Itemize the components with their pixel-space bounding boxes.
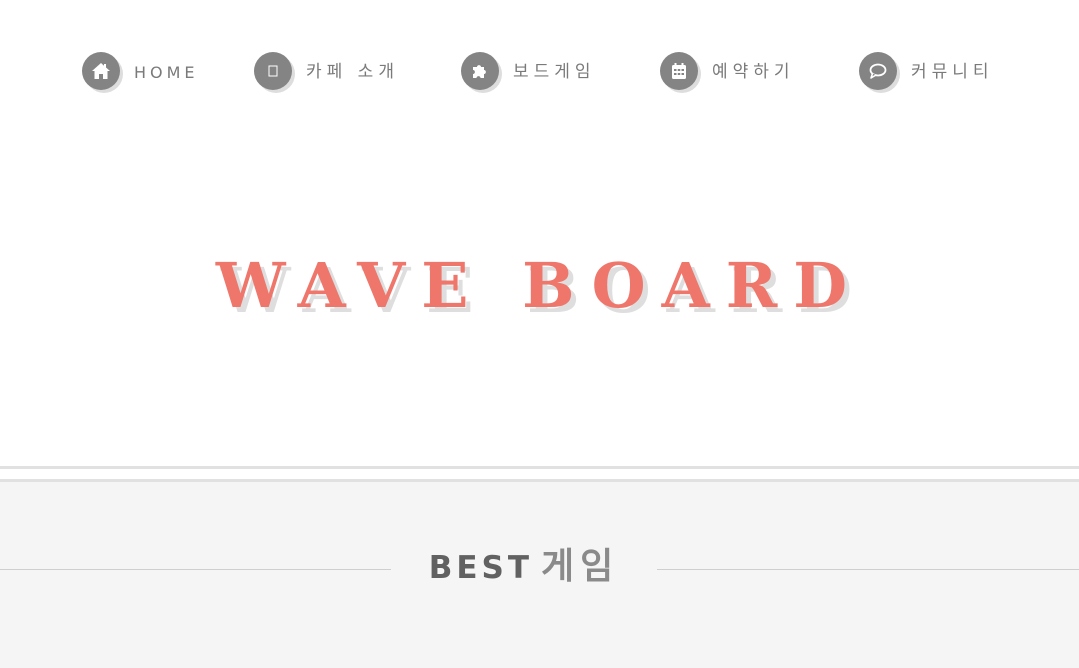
square-icon [254, 52, 292, 90]
speech-bubble-icon [859, 52, 897, 90]
nav-item-home[interactable]: HOME [82, 50, 199, 92]
nav-label-home: HOME [134, 62, 199, 82]
nav-label-boardgames: 보드게임 [513, 61, 596, 82]
nav-item-community[interactable]: 커뮤니티 [859, 50, 994, 92]
section-line-right [657, 569, 1079, 570]
section-line-left [0, 569, 391, 570]
nav-item-boardgames[interactable]: 보드게임 [461, 50, 596, 92]
nav-item-reservation[interactable]: 예약하기 [660, 50, 795, 92]
main-nav: HOME 카페 소개 보드게임 예약하기 커뮤니티 [0, 50, 1079, 92]
nav-label-reservation: 예약하기 [712, 61, 795, 82]
section-title: BEST 게임 [391, 542, 657, 595]
divider-gap [0, 469, 1079, 479]
calendar-icon [660, 52, 698, 90]
best-games-section: BEST 게임 [0, 482, 1079, 668]
nav-label-cafe-intro: 카페 소개 [306, 61, 399, 82]
site-logo[interactable]: WAVE BOARD [0, 246, 1079, 326]
hero: HOME 카페 소개 보드게임 예약하기 커뮤니티 WAVE BOARD [0, 0, 1079, 466]
section-title-light: 게임 [541, 546, 620, 587]
home-icon [82, 52, 120, 90]
puzzle-icon [461, 52, 499, 90]
nav-label-community: 커뮤니티 [911, 61, 994, 82]
nav-item-cafe-intro[interactable]: 카페 소개 [254, 50, 399, 92]
section-title-strong: BEST [428, 550, 534, 586]
